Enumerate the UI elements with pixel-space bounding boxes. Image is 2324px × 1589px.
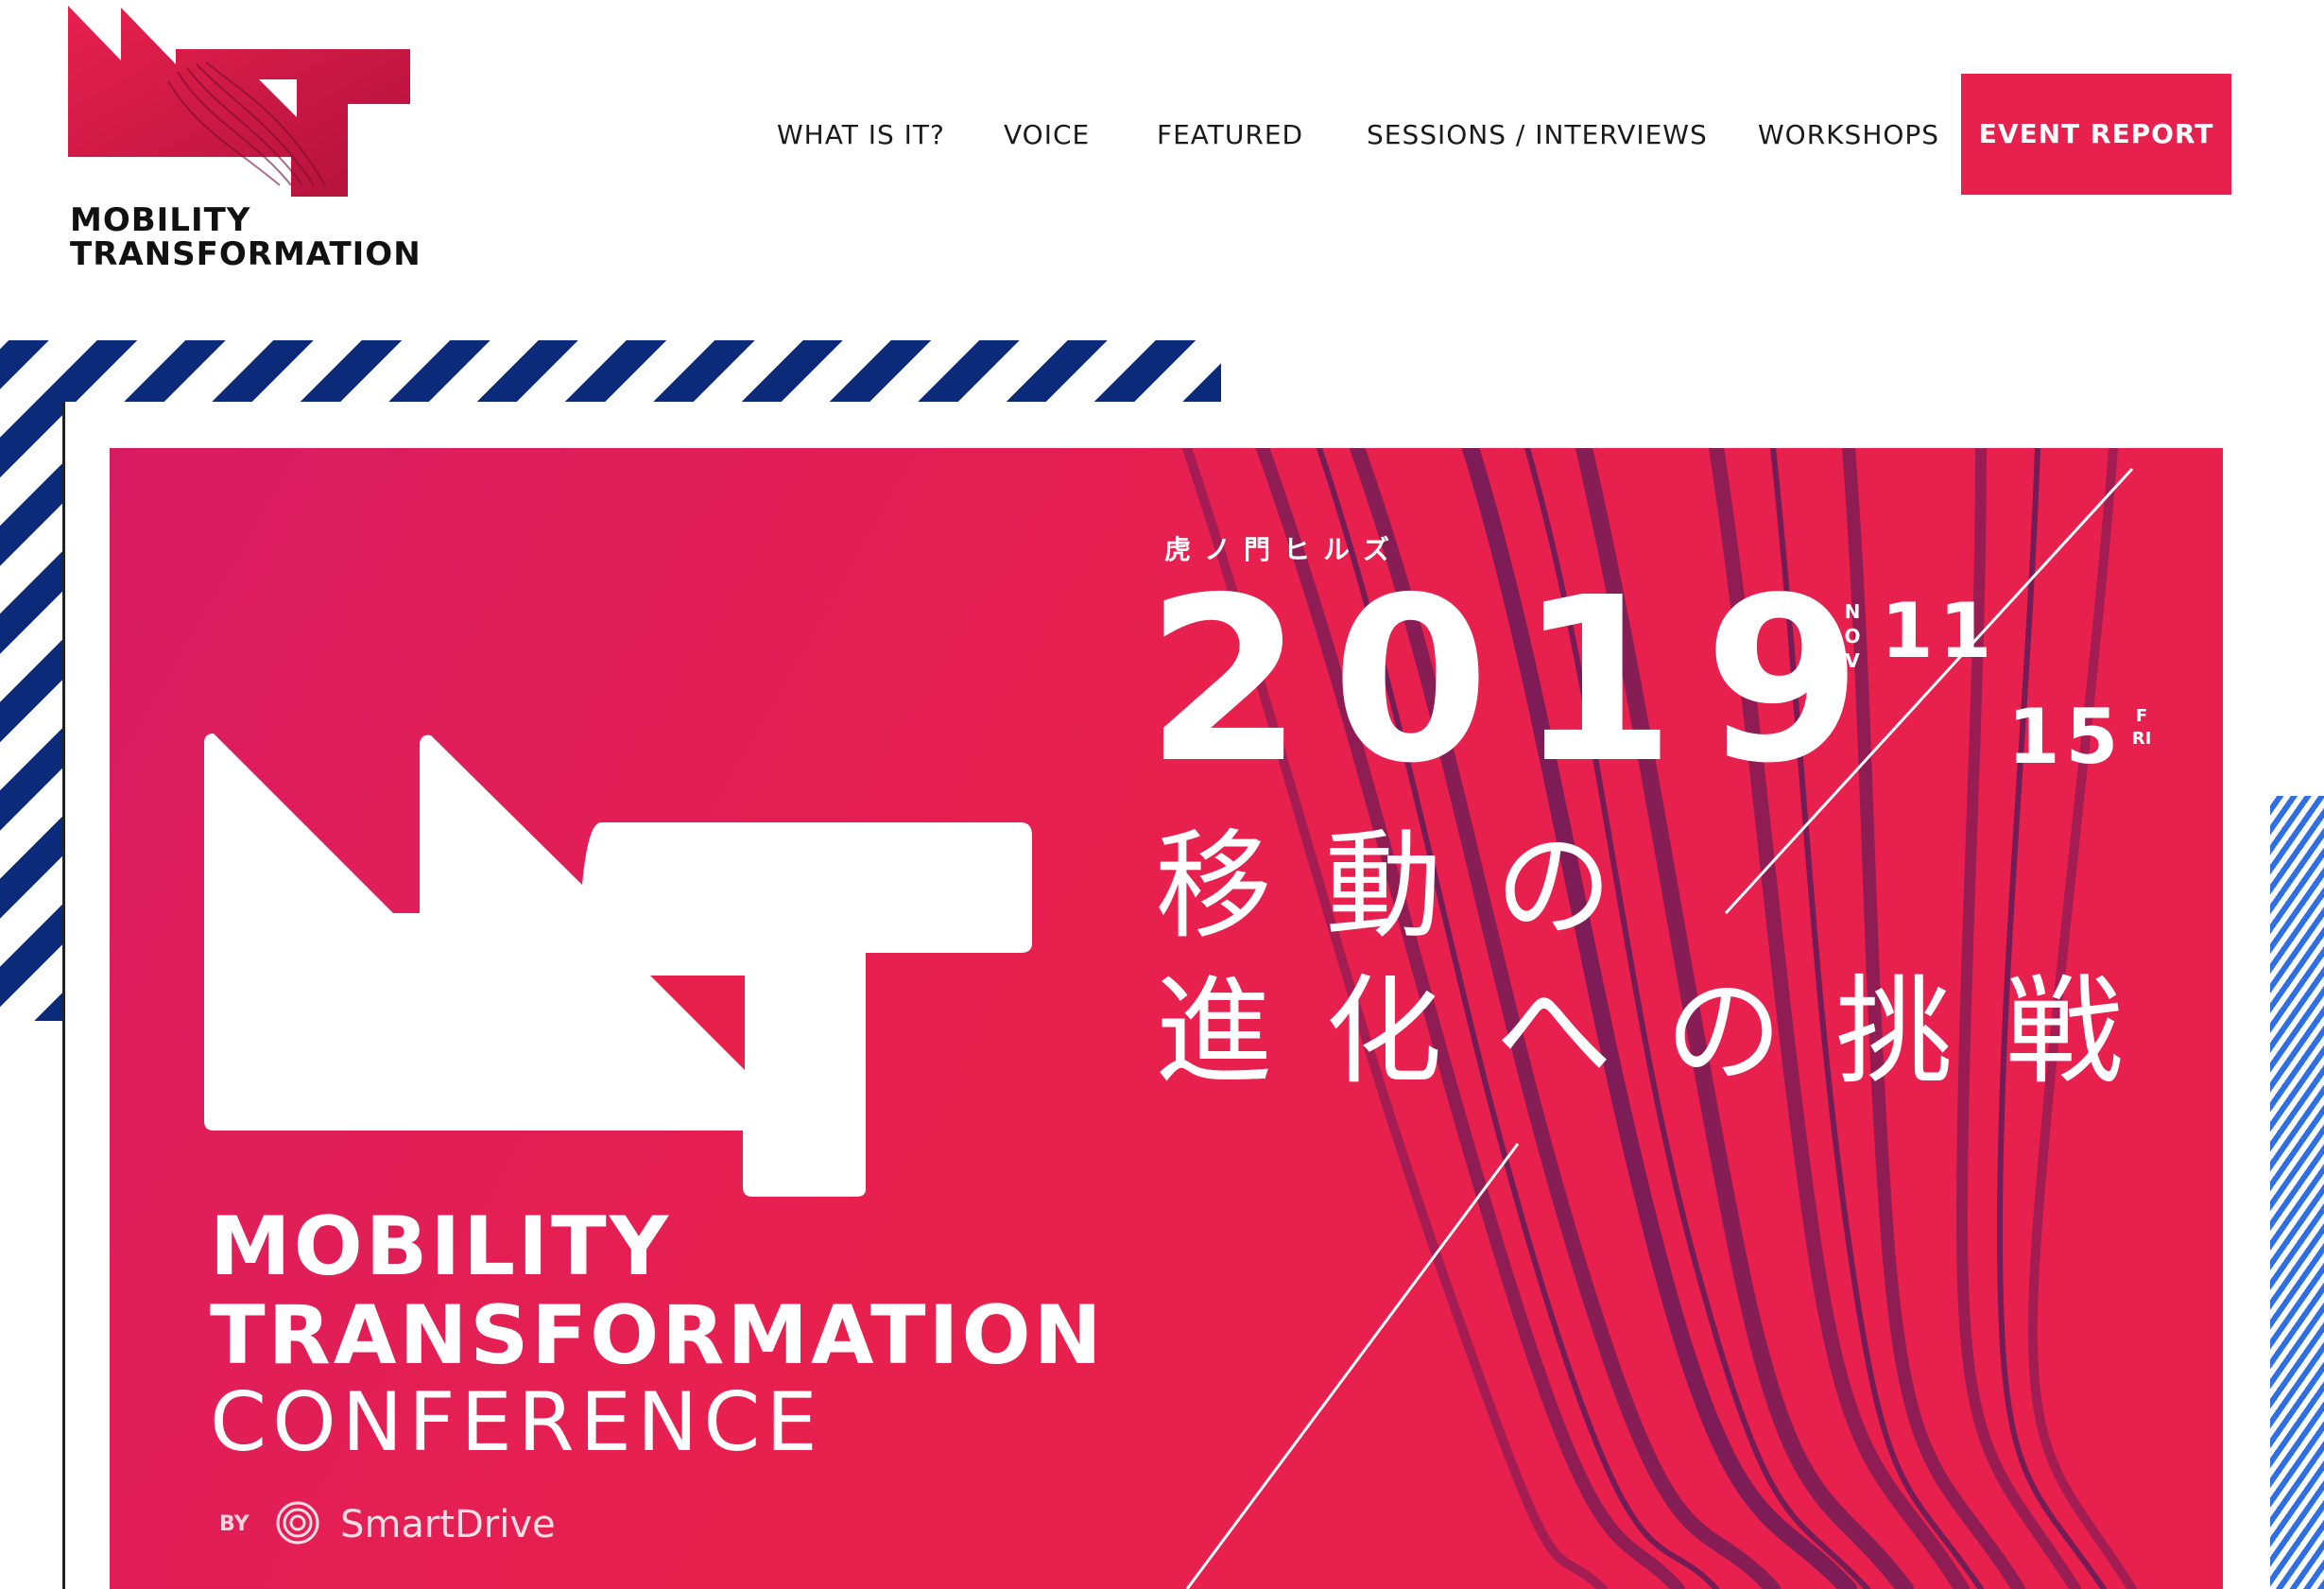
event-month: NOV — [1841, 599, 1864, 673]
event-report-button[interactable]: EVENT REPORT — [1961, 74, 2231, 195]
tagline-line2: 進化への挑戦 — [1155, 964, 2177, 1100]
event-year: 2019 — [1145, 548, 1890, 813]
event-day-start: 11 — [1881, 587, 1998, 675]
logo-text-line2: TRANSFORMATION — [70, 235, 422, 273]
event-weekday: FRI — [2131, 705, 2152, 751]
conference-logo-mark — [204, 734, 1032, 1197]
tagline-line1: 移動の — [1155, 819, 1666, 955]
nav-what-is-it[interactable]: WHAT IS IT? — [777, 74, 945, 197]
nav-sessions-interviews[interactable]: SESSIONS / INTERVIEWS — [1367, 74, 1708, 197]
conference-title-line1: MOBILITY — [210, 1200, 671, 1294]
sponsor-name: SmartDrive — [340, 1503, 556, 1546]
conference-title-line2: TRANSFORMATION — [210, 1288, 1105, 1383]
nav-voice[interactable]: VOICE — [1004, 74, 1090, 197]
event-weekday-text: FRI — [2131, 706, 2152, 749]
hero-stripes-blue-edge — [2270, 796, 2324, 1589]
conference-title-line3: CONFERENCE — [210, 1375, 823, 1470]
nav-workshops[interactable]: WORKSHOPS — [1758, 74, 1939, 197]
mt-logo-icon — [68, 6, 410, 197]
logo-text-line1: MOBILITY — [70, 201, 251, 239]
main-nav: WHAT IS IT? VOICE FEATURED SESSIONS / IN… — [756, 74, 2234, 197]
nav-featured[interactable]: FEATURED — [1157, 74, 1303, 197]
event-month-text: NOV — [1844, 600, 1861, 672]
event-day-end: 15 — [2007, 693, 2125, 781]
site-logo[interactable]: MOBILITY TRANSFORMATION — [64, 6, 423, 270]
smartdrive-logo-icon — [276, 1501, 319, 1545]
by-label: BY — [219, 1512, 250, 1536]
